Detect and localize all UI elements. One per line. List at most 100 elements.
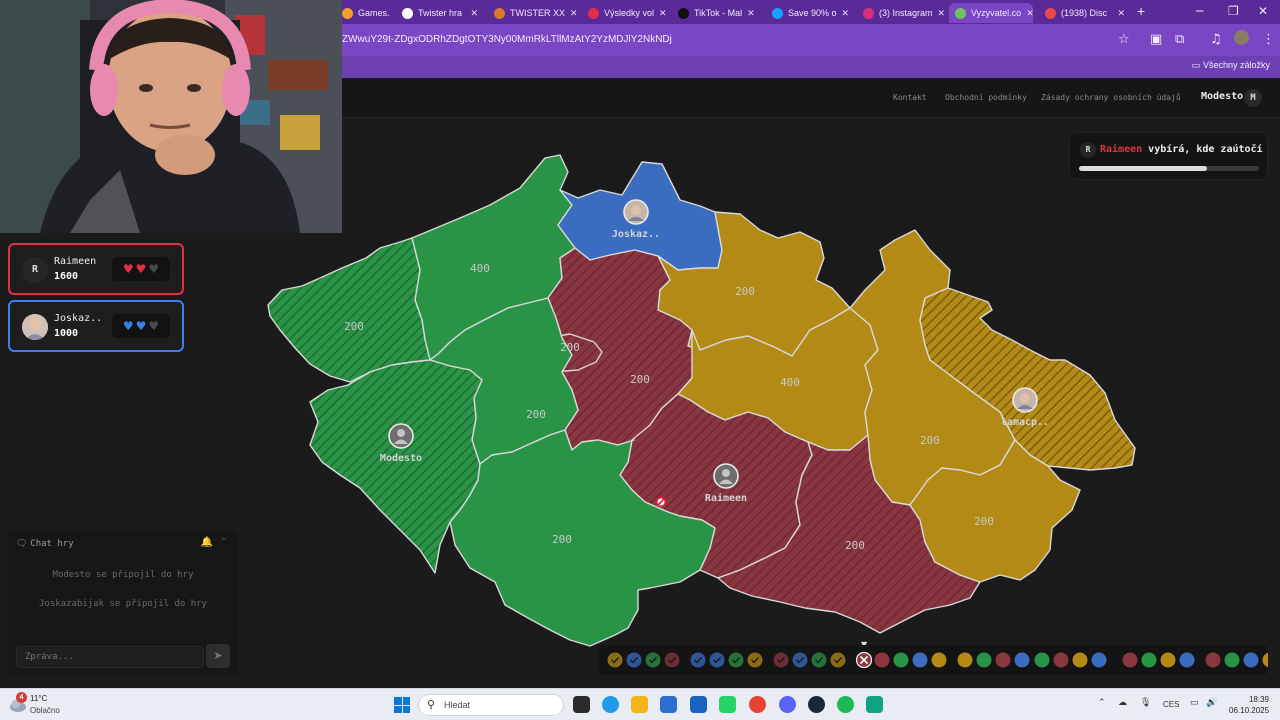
tab-favicon-icon	[955, 7, 966, 19]
browser-tab[interactable]: TWISTER XX ✕	[488, 3, 576, 23]
app-icon[interactable]	[866, 696, 883, 713]
task-view-icon[interactable]	[573, 696, 590, 713]
region-value-label: 200	[560, 341, 580, 354]
map-region-green[interactable]	[267, 237, 431, 383]
heart-icon: ♥	[148, 262, 160, 276]
chrome-icon[interactable]	[749, 696, 766, 713]
whatsapp-icon[interactable]	[719, 696, 736, 713]
region-value-label: 200	[974, 515, 994, 528]
weather-desc[interactable]: Oblačno	[30, 706, 60, 715]
player-score: 1000	[54, 328, 79, 339]
onedrive-icon[interactable]: ☁	[1118, 698, 1127, 708]
tab-close-icon[interactable]: ✕	[1026, 8, 1033, 19]
spotify-icon[interactable]	[837, 696, 854, 713]
chat-message: Modesto se připojil do hry	[52, 570, 194, 580]
tab-label: (3) Instagram	[879, 8, 933, 18]
round-done-dot	[811, 652, 827, 668]
media-icon[interactable]: ♫	[1210, 32, 1222, 47]
contact-link[interactable]: Kontakt	[893, 93, 927, 102]
restore-icon[interactable]: ❐	[1228, 4, 1239, 18]
round-upcoming-dot	[1034, 652, 1050, 668]
forbidden-marker	[655, 496, 667, 508]
menu-kebab-icon[interactable]: ⋮	[1262, 32, 1275, 47]
store-icon[interactable]	[660, 696, 677, 713]
round-upcoming-dot	[1014, 652, 1030, 668]
edge-icon[interactable]	[602, 696, 619, 713]
close-window-icon[interactable]: ✕	[1258, 4, 1268, 18]
tab-close-icon[interactable]: ✕	[938, 8, 945, 19]
round-done-dot	[690, 652, 706, 668]
tab-close-icon[interactable]: ✕	[470, 8, 478, 19]
monitor-icon[interactable]: ▭	[1190, 698, 1199, 708]
round-upcoming-dot	[1122, 652, 1138, 668]
tray-chevron-icon[interactable]: ⌃	[1098, 698, 1106, 708]
all-bookmarks-button[interactable]: ▭ Všechny záložky	[1192, 60, 1270, 71]
browser-tab[interactable]: TikTok - Mal ✕	[672, 3, 760, 23]
tab-label: TWISTER XX	[510, 8, 566, 18]
screen: Games.✕Twister hra✕TWISTER XX✕Výsledky v…	[0, 0, 1280, 720]
profile-avatar[interactable]	[1234, 30, 1249, 45]
windows-start-icon[interactable]	[394, 697, 410, 713]
browser-tab[interactable]: Save 90% o ✕	[766, 3, 854, 23]
discord-icon[interactable]	[779, 696, 796, 713]
browser-tab[interactable]: (3) Instagram ✕	[857, 3, 945, 23]
taskbar-search[interactable]: ⚲ Hledat	[418, 694, 564, 716]
heart-icon: ♥	[122, 262, 134, 276]
browser-tab[interactable]: Games.✕	[336, 3, 394, 23]
clock-date: 06.10.2025	[1229, 706, 1270, 715]
url-text[interactable]: ZWwuY29t-ZDgxODRhZDgtOTY3Ny00MmRkLTllMzA…	[342, 34, 672, 45]
volume-icon[interactable]: 🔊	[1206, 698, 1217, 708]
region-value-label: 200	[630, 373, 650, 386]
chat-input[interactable]	[16, 646, 204, 668]
extension-icon[interactable]: ▣	[1150, 32, 1162, 47]
new-tab-icon[interactable]: +	[1137, 3, 1145, 19]
round-done-dot	[728, 652, 744, 668]
round-done-dot	[830, 652, 846, 668]
file-explorer-icon[interactable]	[631, 696, 648, 713]
round-upcoming-dot	[1179, 652, 1195, 668]
tab-close-icon[interactable]: ✕	[747, 8, 755, 19]
browser-tab[interactable]: Twister hra ✕	[396, 3, 484, 23]
player-card-joskaz[interactable]: Joskaz.. 1000 ♥ ♥ ♥	[8, 300, 184, 352]
chat-icon: 🗨	[16, 539, 31, 549]
region-value-label: 400	[470, 262, 490, 275]
privacy-link[interactable]: Zásady ochrany osobních údajů	[1041, 93, 1181, 102]
bell-icon[interactable]: 🔔	[201, 537, 213, 548]
tab-label: Twister hra	[418, 8, 463, 18]
round-done-dot	[645, 652, 661, 668]
bookmark-star-icon[interactable]: ☆	[1118, 32, 1130, 47]
region-value-label: 200	[735, 285, 755, 298]
tab-close-icon[interactable]: ✕	[842, 8, 850, 19]
header-user-name[interactable]: Modesto	[1201, 91, 1243, 102]
browser-tab[interactable]: (1938) Disc ✕	[1039, 3, 1131, 23]
chevron-up-icon[interactable]: ⌃	[220, 537, 228, 548]
tab-close-icon[interactable]: ✕	[659, 8, 667, 19]
browser-tab[interactable]: Vyzyvatel.co ✕	[949, 3, 1033, 23]
weather-temp[interactable]: 11°C	[30, 694, 47, 703]
tab-close-icon[interactable]: ✕	[570, 8, 576, 19]
round-done-dot	[709, 652, 725, 668]
region-value-label: 200	[526, 408, 546, 421]
round-upcoming-dot	[1205, 652, 1221, 668]
tab-favicon-icon	[588, 7, 599, 19]
round-upcoming-dot	[1053, 652, 1069, 668]
minimize-icon[interactable]: ─	[1196, 4, 1203, 18]
player-card-raimeen[interactable]: R Raimeen 1600 ♥ ♥ ♥	[8, 243, 184, 295]
taskbar-clock[interactable]: 18:39 06.10.2025	[1229, 694, 1269, 716]
terms-link[interactable]: Obchodní podmínky	[945, 93, 1027, 102]
outlook-icon[interactable]	[690, 696, 707, 713]
steam-icon[interactable]	[808, 696, 825, 713]
tab-favicon-icon	[772, 7, 783, 19]
browser-tab[interactable]: Výsledky vol ✕	[582, 3, 670, 23]
header-user-avatar[interactable]: M	[1244, 89, 1262, 107]
microphone-icon[interactable]: 🎙	[1140, 698, 1151, 708]
player-lives: ♥ ♥ ♥	[112, 314, 170, 338]
send-icon[interactable]: ➤	[206, 644, 230, 668]
tab-favicon-icon	[678, 7, 689, 19]
tab-favicon-icon	[494, 7, 505, 19]
tab-close-icon[interactable]: ✕	[1117, 8, 1125, 19]
search-icon: ⚲	[427, 698, 436, 711]
puzzle-icon[interactable]: ⧉	[1175, 32, 1184, 47]
language-indicator[interactable]: CES	[1163, 700, 1179, 709]
round-upcoming-dot	[874, 652, 890, 668]
